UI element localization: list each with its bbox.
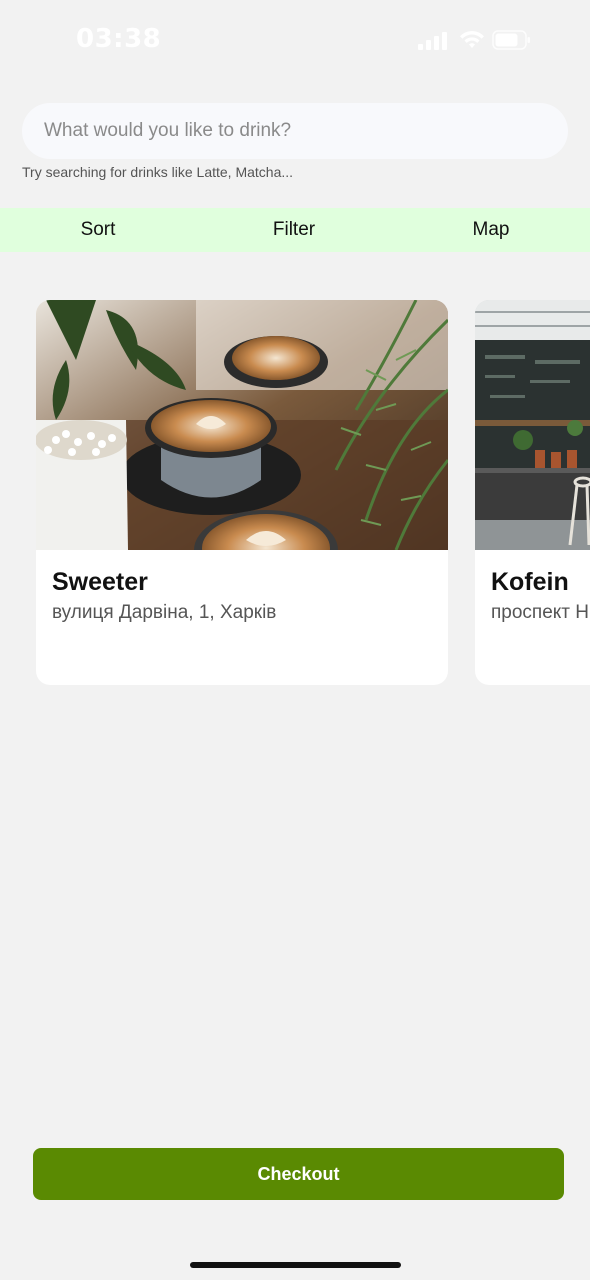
status-time: 03:38 bbox=[76, 24, 162, 54]
search-input[interactable]: What would you like to drink? bbox=[22, 103, 568, 159]
status-icons bbox=[410, 30, 540, 52]
home-indicator[interactable] bbox=[190, 1262, 401, 1268]
signal-icon bbox=[418, 30, 448, 50]
checkout-button[interactable]: Checkout bbox=[33, 1148, 564, 1200]
wifi-icon bbox=[460, 31, 484, 48]
cafe-name: Sweeter bbox=[52, 568, 148, 596]
cafe-card[interactable]: Kofein проспект Н bbox=[475, 300, 590, 685]
cafe-name: Kofein bbox=[491, 568, 569, 596]
cafe-carousel[interactable]: Sweeter вулиця Дарвіна, 1, Харків Kofein… bbox=[0, 300, 590, 686]
cafe-photo bbox=[36, 300, 448, 550]
cafe-address: проспект Н bbox=[491, 602, 590, 623]
cafe-address: вулиця Дарвіна, 1, Харків bbox=[52, 602, 277, 623]
filter-button[interactable]: Filter bbox=[196, 208, 392, 252]
cafe-card[interactable]: Sweeter вулиця Дарвіна, 1, Харків bbox=[36, 300, 448, 685]
battery-icon bbox=[492, 30, 530, 50]
map-button[interactable]: Map bbox=[393, 208, 589, 252]
sort-button[interactable]: Sort bbox=[0, 208, 196, 252]
cafe-photo bbox=[475, 300, 590, 550]
search-hint: Try searching for drinks like Latte, Mat… bbox=[22, 164, 294, 180]
action-bar: Sort Filter Map bbox=[0, 208, 590, 252]
status-bar: 03:38 bbox=[0, 0, 590, 80]
